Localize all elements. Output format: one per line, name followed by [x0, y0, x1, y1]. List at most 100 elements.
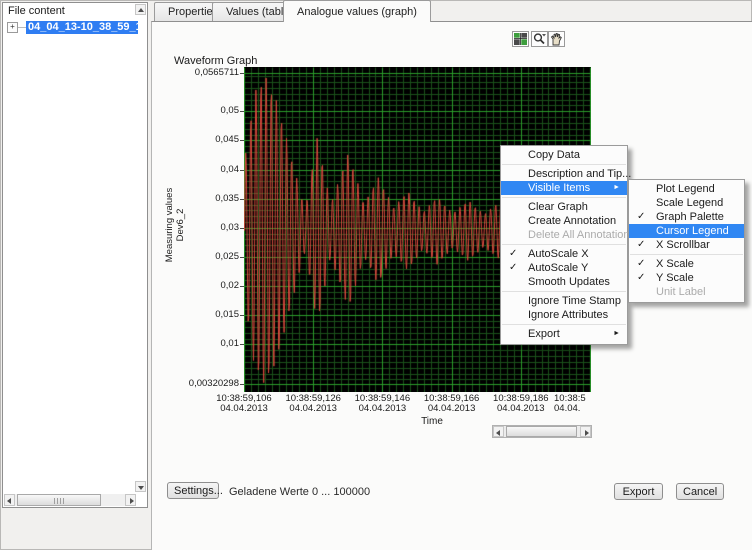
menu-item-label: Create Annotation [528, 215, 616, 227]
menu-item-x-scrollbar[interactable]: ✓ X Scrollbar [629, 238, 744, 252]
arrow-left-icon [7, 498, 11, 504]
check-icon: ✓ [509, 247, 517, 261]
cursor-move-icon [513, 32, 528, 46]
menu-item-autoscale-x[interactable]: ✓ AutoScale X [501, 247, 627, 261]
menu-item-smooth-updates[interactable]: Smooth Updates [501, 275, 627, 289]
check-icon: ✓ [637, 271, 645, 285]
menu-item-delete-all-annotations: Delete All Annotations [501, 228, 627, 242]
graph-scroll-left-button[interactable] [493, 426, 504, 437]
visible-items-submenu: Plot LegendScale Legend✓Graph PaletteCur… [628, 179, 745, 303]
menu-item-create-annotation[interactable]: Create Annotation [501, 214, 627, 228]
menu-item-unit-label: Unit Label [629, 285, 744, 299]
menu-item-visible-items[interactable]: Visible Items► [501, 181, 627, 195]
y-tick-label: 0,03 [179, 223, 239, 233]
menu-item-label: Copy Data [528, 149, 580, 161]
check-icon: ✓ [637, 257, 645, 271]
x-tick-label: 10:38:59,10604.04.2013 [210, 394, 278, 414]
menu-item-label: X Scrollbar [656, 239, 710, 251]
menu-item-label: Ignore Attributes [528, 309, 608, 321]
y-tick-label: 0,04 [179, 165, 239, 175]
scroll-down-button[interactable] [135, 481, 146, 492]
menu-item-label: Export [528, 328, 560, 340]
menu-item-label: Ignore Time Stamp [528, 295, 621, 307]
menu-item-label: Graph Palette [656, 211, 724, 223]
thumb-grip [54, 498, 64, 504]
arrow-left-icon [496, 430, 500, 436]
x-tick-label: 10:38:59,14604.04.2013 [348, 394, 416, 414]
y-tick-label: 0,05 [179, 106, 239, 116]
x-tick-label: 10:38:504.04. [554, 394, 594, 414]
pan-tool-button[interactable] [548, 31, 565, 47]
menu-separator [502, 197, 626, 198]
menu-item-copy-data[interactable]: Copy Data [501, 148, 627, 162]
menu-item-y-scale[interactable]: ✓ Y Scale [629, 271, 744, 285]
export-button[interactable]: Export [614, 483, 663, 500]
check-icon: ✓ [637, 238, 645, 252]
expand-icon[interactable]: + [7, 22, 18, 33]
scroll-right-button[interactable] [125, 494, 136, 506]
tdms-file-viewer-window: File content +04_04_13-10_38_59_13104697… [0, 0, 752, 550]
menu-item-label: Smooth Updates [528, 276, 610, 288]
menu-separator [502, 291, 626, 292]
menu-item-ignore-time-stamp[interactable]: Ignore Time Stamp [501, 294, 627, 308]
y-axis-title-line1: Measuring values [164, 165, 175, 285]
file-panel-title: File content [8, 5, 65, 17]
menu-item-label: Clear Graph [528, 201, 588, 213]
x-tick-label: 10:38:59,12604.04.2013 [279, 394, 347, 414]
x-tick-label: 10:38:59,18604.04.2013 [487, 394, 555, 414]
menu-item-label: Description and Tip... [528, 168, 631, 180]
loaded-values-text: Geladene Werte 0 ... 100000 [229, 486, 370, 498]
y-tick-label: 0,02 [179, 281, 239, 291]
hscrollbar-thumb[interactable] [17, 494, 101, 506]
menu-item-label: AutoScale X [528, 248, 589, 260]
menu-item-cursor-legend[interactable]: Cursor Legend [629, 224, 744, 238]
submenu-arrow-icon: ► [613, 181, 620, 195]
check-icon: ✓ [637, 210, 645, 224]
menu-item-graph-palette[interactable]: ✓ Graph Palette [629, 210, 744, 224]
menu-item-plot-legend[interactable]: Plot Legend [629, 182, 744, 196]
menu-item-description-and-tip[interactable]: Description and Tip... [501, 167, 627, 181]
x-axis-title: Time [400, 416, 464, 427]
graph-x-scrollbar[interactable] [492, 425, 592, 438]
graph-scroll-right-button[interactable] [580, 426, 591, 437]
menu-item-scale-legend[interactable]: Scale Legend [629, 196, 744, 210]
menu-item-autoscale-y[interactable]: ✓ AutoScale Y [501, 261, 627, 275]
submenu-arrow-icon: ► [613, 327, 620, 341]
file-panel-hscrollbar[interactable] [4, 494, 136, 506]
magnifier-icon [532, 32, 547, 46]
menu-item-export[interactable]: Export ► [501, 327, 627, 341]
cancel-button[interactable]: Cancel [676, 483, 724, 500]
graph-scrollbar-thumb[interactable] [506, 426, 577, 437]
tree-item[interactable]: +04_04_13-10_38_59_13104697 [7, 19, 138, 33]
scroll-left-button[interactable] [4, 494, 15, 506]
menu-separator [502, 324, 626, 325]
menu-item-clear-graph[interactable]: Clear Graph [501, 200, 627, 214]
y-tick-label: 0,01 [179, 339, 239, 349]
check-icon: ✓ [509, 261, 517, 275]
file-content-panel: File content +04_04_13-10_38_59_13104697 [2, 2, 148, 508]
menu-item-label: Cursor Legend [656, 225, 729, 237]
menu-item-label: Y Scale [656, 272, 694, 284]
arrow-right-icon [130, 498, 134, 504]
hand-icon [549, 32, 564, 46]
settings-button[interactable]: Settings... [167, 482, 219, 499]
y-tick-label: 0,00320298 [179, 379, 239, 389]
y-tick-label: 0,0565711 [179, 68, 239, 78]
scroll-up-button[interactable] [135, 4, 146, 15]
menu-separator [630, 254, 743, 255]
menu-item-ignore-attributes[interactable]: Ignore Attributes [501, 308, 627, 322]
arrow-down-icon [138, 486, 144, 490]
cursor-move-tool-button[interactable] [512, 31, 529, 47]
arrow-up-icon [138, 8, 144, 12]
menu-item-label: Plot Legend [656, 183, 715, 195]
tab-analogue-values-graph[interactable]: Analogue values (graph) [283, 0, 431, 22]
x-tick-label: 10:38:59,16604.04.2013 [418, 394, 486, 414]
y-tick-label: 0,015 [179, 310, 239, 320]
y-tick-label: 0,025 [179, 252, 239, 262]
menu-item-label: AutoScale Y [528, 262, 588, 274]
menu-item-x-scale[interactable]: ✓X Scale [629, 257, 744, 271]
zoom-tool-button[interactable] [531, 31, 548, 47]
tree-item-label: 04_04_13-10_38_59_13104697 [26, 21, 138, 34]
menu-separator [502, 164, 626, 165]
y-tick-label: 0,035 [179, 194, 239, 204]
